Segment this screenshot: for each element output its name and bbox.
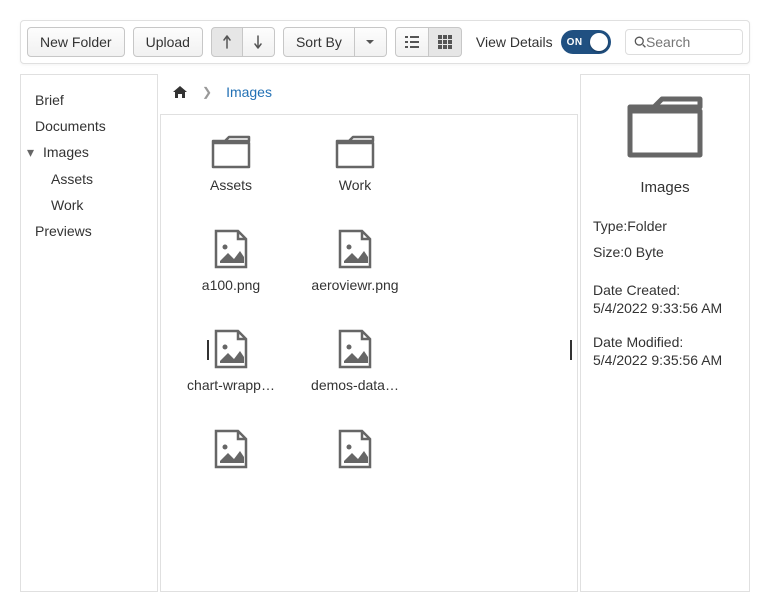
details-type: Type:Folder	[593, 218, 737, 234]
sort-by-button[interactable]: Sort By	[283, 27, 355, 57]
details-title: Images	[593, 179, 737, 196]
file-grid[interactable]: Assets Work a100.png	[160, 114, 578, 592]
image-file-icon	[338, 229, 372, 269]
grid-view-button[interactable]	[429, 27, 462, 57]
breadcrumb-current[interactable]: Images	[226, 84, 272, 100]
arrow-up-icon	[222, 35, 232, 49]
sort-by-dropdown-button[interactable]	[355, 27, 387, 57]
details-panel: Images Type:Folder Size:0 Byte Date Crea…	[580, 74, 750, 592]
details-size: Size:0 Byte	[593, 244, 737, 260]
sort-direction-group	[211, 27, 275, 57]
grid-item[interactable]: a100.png	[171, 229, 291, 293]
grid-icon	[438, 35, 452, 49]
grid-item[interactable]	[171, 429, 291, 477]
tree-item-assets[interactable]: Assets	[27, 166, 151, 192]
tree-item-documents[interactable]: Documents	[27, 113, 151, 139]
folder-icon	[335, 135, 375, 169]
arrow-down-icon	[253, 35, 263, 49]
sort-ascending-button[interactable]	[211, 27, 243, 57]
main: Brief Documents ▾Images Assets Work Prev…	[20, 74, 750, 592]
image-file-icon	[214, 229, 248, 269]
image-file-icon	[214, 429, 248, 469]
splitter-handle[interactable]	[570, 340, 572, 360]
folder-icon	[211, 135, 251, 169]
view-details-switch[interactable]: ON	[561, 30, 611, 54]
folder-tree: Brief Documents ▾Images Assets Work Prev…	[20, 74, 158, 592]
caret-down-icon: ▾	[27, 144, 37, 161]
tree-item-images: Images	[37, 141, 95, 163]
grid-item[interactable]: Work	[295, 135, 415, 193]
view-mode-group	[395, 27, 462, 57]
content: ❯ Images Assets Wo	[160, 74, 578, 592]
grid-item[interactable]: Assets	[171, 135, 291, 193]
details-created-label: Date Created:	[593, 282, 737, 298]
switch-thumb	[590, 33, 608, 51]
image-file-icon	[338, 329, 372, 369]
details-created-value: 5/4/2022 9:33:56 AM	[593, 300, 737, 316]
grid-item-label: demos-data…	[311, 377, 399, 393]
details-folder-icon	[593, 95, 737, 161]
grid-item[interactable]: aeroviewr.png	[295, 229, 415, 293]
grid-item-label: chart-wrapp…	[187, 377, 275, 393]
search-input[interactable]	[646, 34, 734, 50]
list-view-button[interactable]	[395, 27, 429, 57]
view-details-label: View Details	[476, 34, 553, 50]
search-box[interactable]	[625, 29, 743, 55]
grid-item-label: aeroviewr.png	[311, 277, 398, 293]
list-icon	[405, 36, 419, 48]
sort-descending-button[interactable]	[243, 27, 275, 57]
details-modified-value: 5/4/2022 9:35:56 AM	[593, 352, 737, 368]
grid-item-label: a100.png	[202, 277, 260, 293]
grid-item[interactable]	[295, 429, 415, 477]
tree-item-previews[interactable]: Previews	[27, 218, 151, 244]
sort-by-group: Sort By	[283, 27, 387, 57]
view-details-toggle-wrap: View Details ON	[476, 30, 611, 54]
breadcrumb-separator-icon: ❯	[202, 85, 212, 99]
tree-item-images-row[interactable]: ▾Images	[27, 139, 151, 166]
splitter-handle[interactable]	[207, 340, 209, 360]
new-folder-button[interactable]: New Folder	[27, 27, 125, 57]
details-modified-label: Date Modified:	[593, 334, 737, 350]
tree-item-brief[interactable]: Brief	[27, 87, 151, 113]
grid-item[interactable]: chart-wrapp…	[171, 329, 291, 393]
breadcrumb: ❯ Images	[160, 74, 578, 110]
switch-on-label: ON	[567, 37, 583, 48]
grid-item-label: Work	[339, 177, 371, 193]
home-icon[interactable]	[172, 85, 188, 99]
search-icon	[634, 35, 646, 49]
toolbar: New Folder Upload Sort By	[20, 20, 750, 64]
image-file-icon	[214, 329, 248, 369]
image-file-icon	[338, 429, 372, 469]
upload-button[interactable]: Upload	[133, 27, 203, 57]
tree-item-work[interactable]: Work	[27, 192, 151, 218]
grid-item-label: Assets	[210, 177, 252, 193]
grid-item[interactable]: demos-data…	[295, 329, 415, 393]
caret-down-icon	[365, 38, 375, 46]
